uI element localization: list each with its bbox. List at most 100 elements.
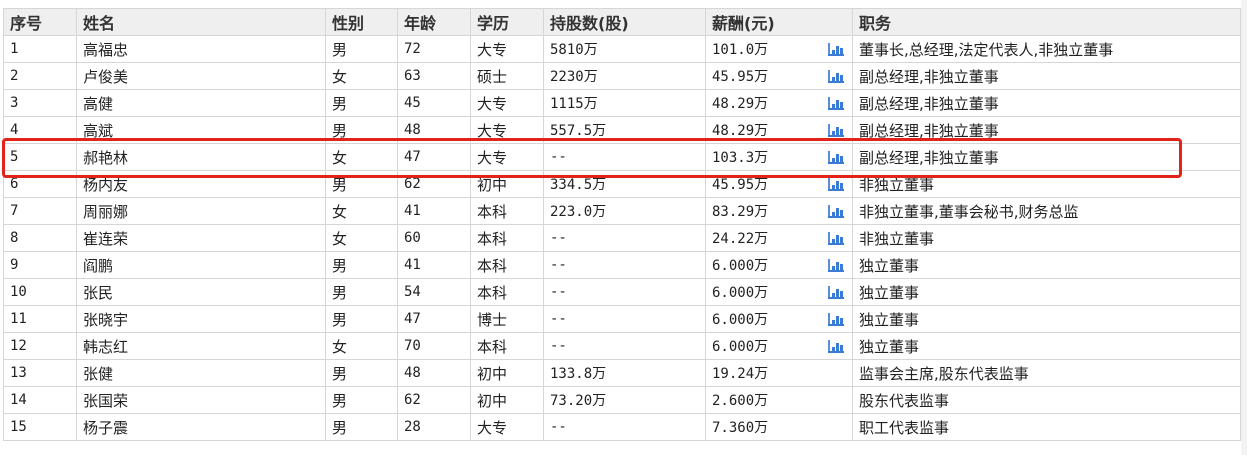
table-header-row: 序号 姓名 性别 年龄 学历 持股数(股) 薪酬(元) 职务: [3, 8, 1241, 36]
bar-chart-icon[interactable]: [828, 151, 844, 164]
gender-cell: 男: [325, 170, 398, 198]
table-row[interactable]: 2 卢俊美女 63 硕士 2230万 45.95万 副总经理,非独立董事: [3, 62, 1241, 90]
name-cell: 阎鹏: [76, 251, 326, 279]
table-row[interactable]: 7 周丽娜女 41 本科 223.0万 83.29万 非独立董事,董事会秘书,财务总监: [3, 197, 1241, 225]
header-age[interactable]: 年龄: [397, 8, 471, 36]
position-cell: 职工代表监事: [852, 413, 1241, 441]
header-gender[interactable]: 性别: [325, 8, 398, 36]
bar-chart-icon[interactable]: [828, 232, 844, 245]
shares-cell: 2230万: [543, 62, 706, 90]
table-row[interactable]: 6 杨内友男 62 初中 334.5万 45.95万 非独立董事: [3, 170, 1241, 198]
shares-cell: 223.0万: [543, 197, 706, 225]
age-cell: 47: [397, 305, 471, 333]
shares-cell: --: [543, 413, 706, 441]
header-index[interactable]: 序号: [3, 8, 77, 36]
bar-chart-icon[interactable]: [828, 286, 844, 299]
bar-chart-icon[interactable]: [828, 43, 844, 56]
bar-chart-icon[interactable]: [828, 124, 844, 137]
position-cell: 独立董事: [852, 278, 1241, 306]
table-row[interactable]: 13 张健男 48 初中 133.8万 19.24万 监事会主席,股东代表监事: [3, 359, 1241, 387]
table-row[interactable]: 15 杨子震男 28 大专 -- 7.360万 职工代表监事: [3, 413, 1241, 441]
index-cell: 6: [3, 170, 77, 198]
age-cell: 28: [397, 413, 471, 441]
header-salary[interactable]: 薪酬(元): [705, 8, 853, 36]
bar-chart-icon[interactable]: [828, 205, 844, 218]
bar-chart-icon[interactable]: [828, 70, 844, 83]
education-cell: 本科: [470, 332, 544, 360]
bar-chart-icon[interactable]: [828, 340, 844, 353]
index-cell: 7: [3, 197, 77, 225]
table-row[interactable]: 5 郝艳林女 47 大专 -- 103.3万 副总经理,非独立董事: [3, 143, 1241, 171]
shares-cell: --: [543, 332, 706, 360]
table-row[interactable]: 4 高斌男 48 大专 557.5万 48.29万 副总经理,非独立董事: [3, 116, 1241, 144]
salary-cell: 101.0万: [705, 35, 853, 63]
education-cell: 大专: [470, 413, 544, 441]
gender-cell: 男: [325, 278, 398, 306]
table-row[interactable]: 11 张晓宇男 47 博士 -- 6.000万 独立董事: [3, 305, 1241, 333]
name-cell: 杨内友: [76, 170, 326, 198]
salary-value: 6.000万: [712, 258, 769, 274]
gender-cell: 男: [325, 359, 398, 387]
salary-cell: 2.600万: [705, 386, 853, 414]
education-cell: 本科: [470, 197, 544, 225]
table-row[interactable]: 8 崔连荣女 60 本科 -- 24.22万 非独立董事: [3, 224, 1241, 252]
table-row[interactable]: 12 韩志红女 70 本科 -- 6.000万 独立董事: [3, 332, 1241, 360]
education-cell: 本科: [470, 224, 544, 252]
header-education[interactable]: 学历: [470, 8, 544, 36]
table-row[interactable]: 14 张国荣男 62 初中 73.20万 2.600万 股东代表监事: [3, 386, 1241, 414]
salary-value: 48.29万: [712, 96, 769, 112]
header-position[interactable]: 职务: [852, 8, 1241, 36]
index-cell: 8: [3, 224, 77, 252]
education-cell: 博士: [470, 305, 544, 333]
salary-cell: 6.000万: [705, 278, 853, 306]
bar-chart-icon[interactable]: [828, 178, 844, 191]
header-name[interactable]: 姓名: [76, 8, 326, 36]
name-cell: 张民: [76, 278, 326, 306]
index-cell: 2: [3, 62, 77, 90]
bar-chart-icon[interactable]: [828, 97, 844, 110]
vertical-scrollbar[interactable]: [1241, 0, 1247, 455]
age-cell: 41: [397, 251, 471, 279]
table-row[interactable]: 3 高健男 45 大专 1115万 48.29万 副总经理,非独立董事: [3, 89, 1241, 117]
salary-cell: 45.95万: [705, 62, 853, 90]
index-cell: 14: [3, 386, 77, 414]
name-cell: 高健: [76, 89, 326, 117]
name-cell: 张国荣: [76, 386, 326, 414]
shares-cell: --: [543, 143, 706, 171]
salary-value: 19.24万: [712, 366, 769, 382]
gender-cell: 男: [325, 116, 398, 144]
position-cell: 副总经理,非独立董事: [852, 116, 1241, 144]
bar-chart-icon[interactable]: [828, 313, 844, 326]
shares-cell: 73.20万: [543, 386, 706, 414]
age-cell: 62: [397, 386, 471, 414]
salary-cell: 24.22万: [705, 224, 853, 252]
gender-cell: 女: [325, 224, 398, 252]
position-cell: 独立董事: [852, 305, 1241, 333]
position-cell: 副总经理,非独立董事: [852, 143, 1241, 171]
table-row[interactable]: 9 阎鹏男 41 本科 -- 6.000万 独立董事: [3, 251, 1241, 279]
salary-cell: 19.24万: [705, 359, 853, 387]
education-cell: 初中: [470, 359, 544, 387]
name-cell: 杨子震: [76, 413, 326, 441]
salary-cell: 6.000万: [705, 251, 853, 279]
shares-cell: 1115万: [543, 89, 706, 117]
gender-cell: 男: [325, 413, 398, 441]
age-cell: 63: [397, 62, 471, 90]
salary-cell: 6.000万: [705, 332, 853, 360]
name-cell: 高斌: [76, 116, 326, 144]
position-cell: 副总经理,非独立董事: [852, 89, 1241, 117]
education-cell: 硕士: [470, 62, 544, 90]
table-row[interactable]: 10 张民男 54 本科 -- 6.000万 独立董事: [3, 278, 1241, 306]
gender-cell: 女: [325, 332, 398, 360]
gender-cell: 男: [325, 305, 398, 333]
header-shares[interactable]: 持股数(股): [543, 8, 706, 36]
age-cell: 70: [397, 332, 471, 360]
position-cell: 非独立董事: [852, 224, 1241, 252]
age-cell: 72: [397, 35, 471, 63]
name-cell: 张健: [76, 359, 326, 387]
salary-value: 45.95万: [712, 177, 769, 193]
table-row[interactable]: 1 高福忠男 72 大专 5810万 101.0万 董事长,总经理,法定代表人,非独立董事: [3, 35, 1241, 63]
age-cell: 47: [397, 143, 471, 171]
position-cell: 副总经理,非独立董事: [852, 62, 1241, 90]
bar-chart-icon[interactable]: [828, 259, 844, 272]
